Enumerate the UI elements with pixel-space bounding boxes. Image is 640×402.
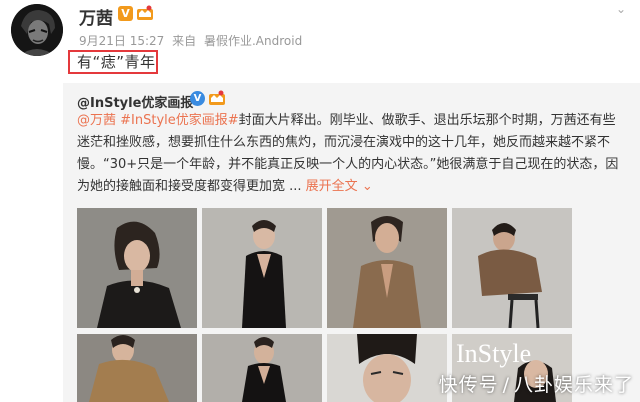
watermark-right: 八卦娱乐来了 bbox=[513, 374, 634, 396]
photo-thumbnail[interactable] bbox=[77, 334, 197, 402]
expand-label: 展开全文 bbox=[305, 179, 358, 194]
verified-badge-icon: V bbox=[118, 6, 133, 21]
repost-text: @万茜 #InStyle优家画报#封面大片释出。刚毕业、做歌手、退出乐坛那个时期… bbox=[77, 110, 625, 198]
repost-author[interactable]: @InStyle优家画报 bbox=[77, 92, 193, 111]
mention-link[interactable]: @万茜 bbox=[77, 113, 116, 128]
verified-badge-icon: V bbox=[190, 91, 205, 106]
photo-thumbnail[interactable] bbox=[77, 208, 197, 328]
chevron-down-icon[interactable]: ⌄ bbox=[616, 2, 626, 16]
photo-thumbnail[interactable] bbox=[327, 208, 447, 328]
watermark-left: 快传号 bbox=[438, 374, 499, 396]
vip-crown-icon bbox=[136, 5, 154, 21]
avatar[interactable] bbox=[11, 4, 63, 56]
post-time[interactable]: 9月21日 15:27 bbox=[79, 34, 164, 48]
post-text: 有“痣”青年 bbox=[77, 53, 156, 71]
chevron-down-icon: ⌄ bbox=[357, 179, 373, 194]
hashtag-link[interactable]: #InStyle优家画报# bbox=[120, 113, 239, 128]
watermark-separator: / bbox=[502, 374, 510, 396]
photo-thumbnail[interactable] bbox=[202, 208, 322, 328]
post-meta: 9月21日 15:27 来自 暑假作业.Android bbox=[79, 32, 306, 49]
photo-thumbnail[interactable] bbox=[202, 334, 322, 402]
cover-title: InStyle bbox=[456, 339, 531, 368]
expand-button[interactable]: 展开全文 ⌄ bbox=[306, 179, 373, 194]
source-prefix: 来自 bbox=[172, 34, 197, 48]
author-name[interactable]: 万茜 bbox=[79, 4, 113, 29]
photo-thumbnail[interactable] bbox=[452, 208, 572, 328]
vip-crown-icon bbox=[208, 90, 226, 106]
watermark: 快传号 / 八卦娱乐来了 bbox=[439, 370, 634, 397]
post-source[interactable]: 暑假作业.Android bbox=[204, 34, 302, 48]
photo-thumbnail[interactable] bbox=[327, 334, 447, 402]
